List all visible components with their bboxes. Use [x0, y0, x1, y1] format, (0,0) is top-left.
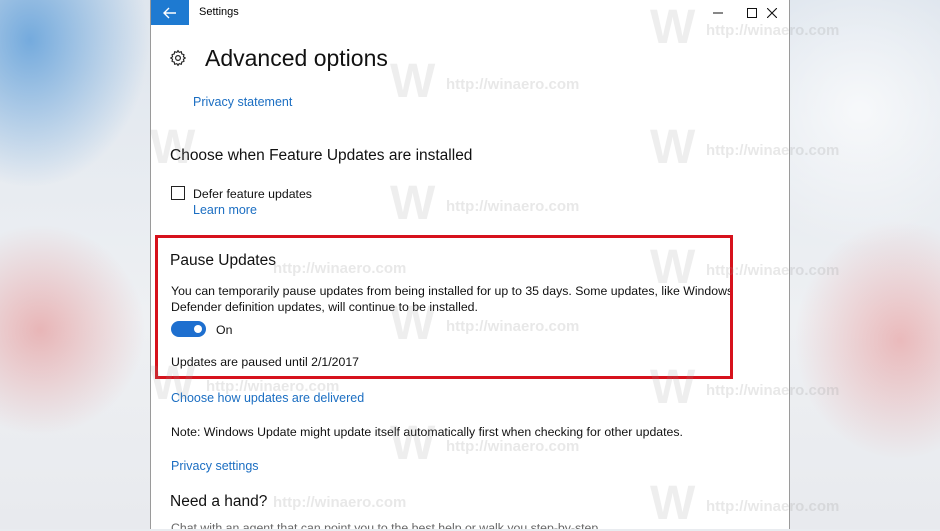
feature-updates-heading: Choose when Feature Updates are installe…	[170, 147, 473, 164]
pause-updates-description-line2: Defender definition updates, will contin…	[171, 300, 478, 314]
choose-delivery-link[interactable]: Choose how updates are delivered	[171, 391, 364, 405]
pause-updates-description-line1: You can temporarily pause updates from b…	[171, 284, 734, 298]
pause-status-text: Updates are paused until 2/1/2017	[171, 355, 360, 369]
defer-feature-updates-checkbox[interactable]	[171, 186, 185, 200]
pause-updates-heading: Pause Updates	[170, 252, 276, 269]
need-a-hand-heading: Need a hand?	[170, 493, 268, 510]
minimize-icon	[713, 12, 723, 13]
page-title: Advanced options	[205, 45, 388, 71]
privacy-statement-link[interactable]: Privacy statement	[193, 95, 292, 109]
privacy-settings-link[interactable]: Privacy settings	[171, 459, 259, 473]
help-text: Chat with an agent that can point you to…	[171, 521, 599, 529]
back-arrow-icon	[163, 7, 176, 18]
close-icon	[767, 7, 777, 18]
back-button[interactable]	[151, 0, 189, 25]
close-button[interactable]	[755, 0, 789, 25]
toggle-knob	[194, 325, 202, 333]
windows-update-note: Note: Windows Update might update itself…	[171, 425, 683, 439]
settings-content: Advanced options Privacy statement Choos…	[151, 25, 789, 529]
gear-icon	[170, 49, 186, 67]
pause-updates-toggle[interactable]	[171, 321, 206, 337]
title-bar: Settings	[151, 0, 789, 25]
learn-more-link[interactable]: Learn more	[193, 203, 257, 217]
defer-feature-updates-label[interactable]: Defer feature updates	[193, 186, 312, 202]
window-title: Settings	[199, 6, 239, 18]
settings-window: Settings Advanced options Privacy statem…	[150, 0, 790, 529]
minimize-button[interactable]	[701, 0, 735, 25]
toggle-state-label: On	[216, 323, 233, 337]
